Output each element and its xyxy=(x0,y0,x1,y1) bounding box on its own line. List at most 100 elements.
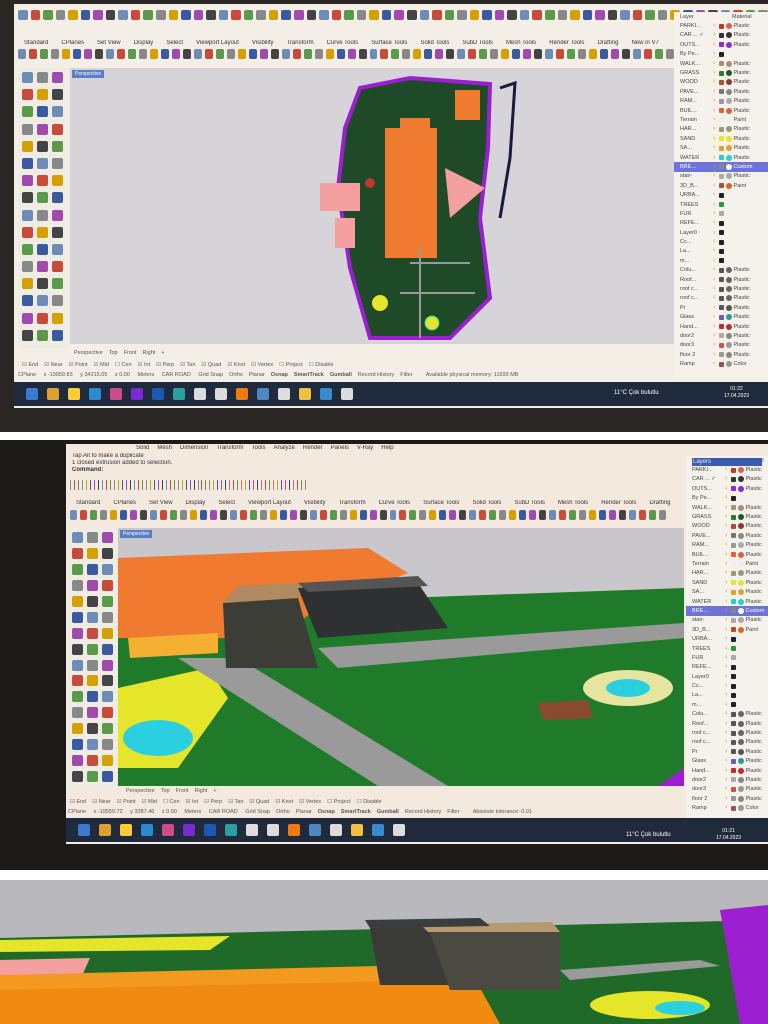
material-swatch[interactable] xyxy=(725,107,732,114)
viewport-tab[interactable]: Right xyxy=(142,350,155,356)
layer-row[interactable]: PARKI... ♀ Plastic xyxy=(674,21,768,30)
toolbar-icon[interactable] xyxy=(406,10,417,20)
taskbar-app-icon[interactable] xyxy=(204,824,216,836)
toolbar-icon[interactable] xyxy=(380,49,389,59)
lightbulb-icon[interactable]: ♀ xyxy=(724,627,729,633)
toolbar-icon[interactable] xyxy=(179,510,187,520)
material-swatch[interactable] xyxy=(725,126,732,133)
tool-icon[interactable] xyxy=(87,547,98,559)
toolbar-tab-drafting[interactable]: Drafting xyxy=(649,500,670,506)
layer-row[interactable]: 3D_B... ♀ Paint xyxy=(686,625,768,634)
toolbar-icon[interactable] xyxy=(161,480,163,490)
lightbulb-icon[interactable]: ♀ xyxy=(712,23,717,29)
osnap-checkbox[interactable]: ☑ Quad xyxy=(249,799,269,805)
tool-icon[interactable] xyxy=(37,312,48,324)
toolbar-tab-viewport-layout[interactable]: Viewport Layout xyxy=(196,40,239,46)
layer-color-swatch[interactable] xyxy=(718,267,724,273)
tool-icon[interactable] xyxy=(72,611,83,623)
tool-icon[interactable] xyxy=(87,595,98,607)
layer-color-swatch[interactable] xyxy=(730,702,736,708)
layer-color-swatch[interactable] xyxy=(730,627,736,633)
material-swatch[interactable] xyxy=(725,98,732,105)
layer-color-swatch[interactable] xyxy=(718,89,724,95)
toolbar-icon[interactable] xyxy=(269,510,277,520)
tool-icon[interactable] xyxy=(22,329,33,341)
taskbar-app-icon[interactable] xyxy=(393,824,405,836)
toolbar-tab-viewport-layout[interactable]: Viewport Layout xyxy=(248,500,291,506)
toolbar-icon[interactable] xyxy=(289,480,291,490)
lightbulb-icon[interactable]: ♀ xyxy=(724,476,729,482)
toolbar-icon[interactable] xyxy=(435,49,444,59)
tool-icon[interactable] xyxy=(87,691,98,703)
layer-color-swatch[interactable] xyxy=(730,467,736,473)
toolbar-icon[interactable] xyxy=(61,49,70,59)
menu-tools[interactable]: Tools xyxy=(252,445,266,451)
tool-icon[interactable] xyxy=(22,226,33,238)
viewport-tab[interactable]: Front xyxy=(176,788,189,794)
osnap-checkbox[interactable]: ☑ End xyxy=(70,799,86,805)
toolbar-tab-subd-tools[interactable]: SubD Tools xyxy=(514,500,545,506)
toolbar-icon[interactable] xyxy=(479,510,487,520)
toolbar-icon[interactable] xyxy=(319,510,327,520)
layer-color-swatch[interactable] xyxy=(730,552,736,558)
layer-color-swatch[interactable] xyxy=(718,51,724,57)
taskbar-app-icon[interactable] xyxy=(152,388,164,400)
toolbar-icon[interactable] xyxy=(18,49,26,59)
layer-color-swatch[interactable] xyxy=(730,580,736,586)
layer-color-swatch[interactable] xyxy=(730,796,736,802)
lightbulb-icon[interactable]: ♀ xyxy=(724,664,729,670)
toolbar-icon[interactable] xyxy=(273,480,275,490)
toolbar-icon[interactable] xyxy=(579,510,587,520)
menu-mesh[interactable]: Mesh xyxy=(157,445,172,451)
lightbulb-icon[interactable]: ♀ xyxy=(712,108,717,114)
layer-color-swatch[interactable] xyxy=(730,476,736,482)
toolbar-icon[interactable] xyxy=(632,10,643,20)
toolbar-icon[interactable] xyxy=(559,510,567,520)
toolbar-icon[interactable] xyxy=(85,480,87,490)
material-swatch[interactable] xyxy=(737,767,744,774)
material-swatch[interactable] xyxy=(725,116,732,123)
toolbar-icon[interactable] xyxy=(494,10,505,20)
tool-icon[interactable] xyxy=(37,209,48,221)
toolbar-icon[interactable] xyxy=(369,10,379,20)
layer-row[interactable]: HAR... ♀ Plastic xyxy=(674,125,768,134)
tool-icon[interactable] xyxy=(87,755,98,767)
layer-row[interactable]: Cc... ♀ xyxy=(686,681,768,690)
layer-color-swatch[interactable] xyxy=(718,286,724,292)
osnap-checkbox[interactable]: ☐ Disable xyxy=(357,799,382,805)
tool-icon[interactable] xyxy=(102,739,113,751)
toolbar-tab-solid-tools[interactable]: Solid Tools xyxy=(420,40,449,46)
material-swatch[interactable] xyxy=(725,304,732,311)
tool-icon[interactable] xyxy=(102,563,113,575)
toolbar-icon[interactable] xyxy=(279,510,287,520)
toolbar-icon[interactable] xyxy=(490,49,499,59)
lightbulb-icon[interactable]: ♀ xyxy=(712,324,717,330)
toolbar-tab-visibility[interactable]: Visibility xyxy=(252,40,274,46)
tool-icon[interactable] xyxy=(22,175,33,187)
toolbar-icon[interactable] xyxy=(394,10,404,20)
tool-icon[interactable] xyxy=(72,627,83,639)
layer-color-swatch[interactable] xyxy=(730,486,736,492)
tool-icon[interactable] xyxy=(52,329,63,341)
toolbar-icon[interactable] xyxy=(509,510,517,520)
layer-row[interactable]: TREES ♀ xyxy=(674,200,768,209)
material-swatch[interactable] xyxy=(725,267,732,274)
toolbar-icon[interactable] xyxy=(344,10,354,20)
layer-row[interactable]: BRE... ♀ Custom xyxy=(674,162,768,172)
lightbulb-icon[interactable]: ♀ xyxy=(724,495,729,501)
osnap-checkbox[interactable]: ☐ Project xyxy=(279,362,303,368)
layer-color-swatch[interactable] xyxy=(730,646,736,651)
layer-row[interactable]: REFE... ♀ xyxy=(686,663,768,672)
tool-icon[interactable] xyxy=(37,192,48,204)
toolbar-icon[interactable] xyxy=(356,10,367,20)
toolbar-icon[interactable] xyxy=(489,510,497,520)
layer-row[interactable]: FUR ♀ xyxy=(674,209,768,218)
layer-color-swatch[interactable] xyxy=(730,692,736,698)
tool-icon[interactable] xyxy=(37,261,48,273)
layer-color-swatch[interactable] xyxy=(730,730,736,736)
layer-color-swatch[interactable] xyxy=(718,342,724,348)
toolbar-icon[interactable] xyxy=(239,510,247,520)
layer-row[interactable]: PARKI... ♀ Plastic xyxy=(686,465,768,474)
lightbulb-icon[interactable]: ♀ xyxy=(712,202,717,208)
layer-row[interactable]: stair- ♀ Plastic xyxy=(674,172,768,181)
